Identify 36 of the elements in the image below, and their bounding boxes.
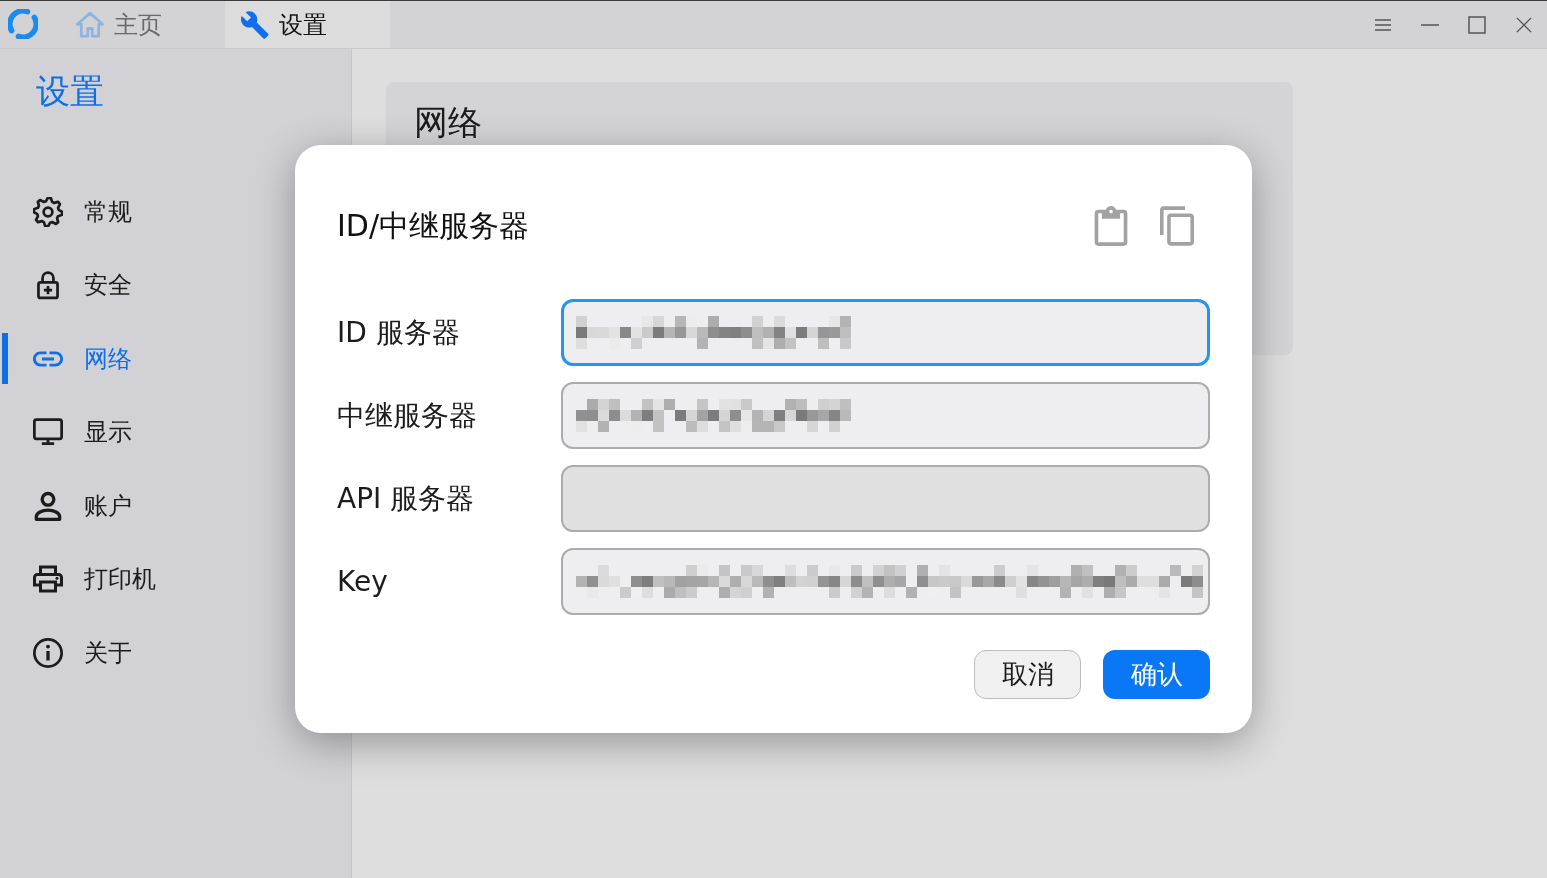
- input-field[interactable]: [561, 548, 1210, 615]
- paste-button[interactable]: [1094, 206, 1128, 246]
- settings-icon: [33, 196, 63, 227]
- wrench-icon: [241, 10, 269, 39]
- sidebar-item[interactable]: 关于: [84, 636, 132, 669]
- minimize-icon: [1420, 23, 1439, 26]
- sidebar-item[interactable]: 账户: [84, 489, 132, 522]
- sidebar-item[interactable]: 打印机: [84, 563, 156, 596]
- copy-button[interactable]: [1160, 206, 1194, 246]
- cancel-button[interactable]: 取消: [974, 650, 1081, 699]
- section-title: 网络: [414, 101, 482, 144]
- sidebar-item[interactable]: 安全: [84, 269, 132, 302]
- copy-icon: [1160, 206, 1194, 246]
- close-icon: [1515, 16, 1532, 33]
- tab[interactable]: 主页: [60, 1, 225, 48]
- tab[interactable]: 设置: [225, 1, 390, 48]
- input-field[interactable]: [561, 382, 1210, 449]
- sidebar-item[interactable]: 常规: [84, 195, 132, 228]
- person-icon: [33, 490, 63, 521]
- dialog-title: ID/中继服务器: [337, 206, 530, 245]
- printer-icon: [33, 564, 63, 595]
- field-label: ID 服务器: [337, 315, 460, 349]
- sidebar-title: 设置: [36, 70, 104, 113]
- confirm-button[interactable]: 确认: [1103, 650, 1210, 699]
- logo-icon: [8, 9, 38, 39]
- field-label: 中继服务器: [337, 398, 477, 432]
- maximize-icon: [1467, 15, 1486, 34]
- field-label: API 服务器: [337, 481, 475, 515]
- home-icon: [76, 10, 104, 39]
- field-label: Key: [337, 565, 388, 598]
- info-icon: [33, 637, 63, 668]
- sidebar-item[interactable]: 显示: [84, 416, 132, 449]
- monitor-icon: [33, 417, 63, 448]
- clipboard-icon: [1094, 206, 1128, 246]
- menu-icon: [1373, 18, 1392, 31]
- input-field[interactable]: [561, 299, 1210, 366]
